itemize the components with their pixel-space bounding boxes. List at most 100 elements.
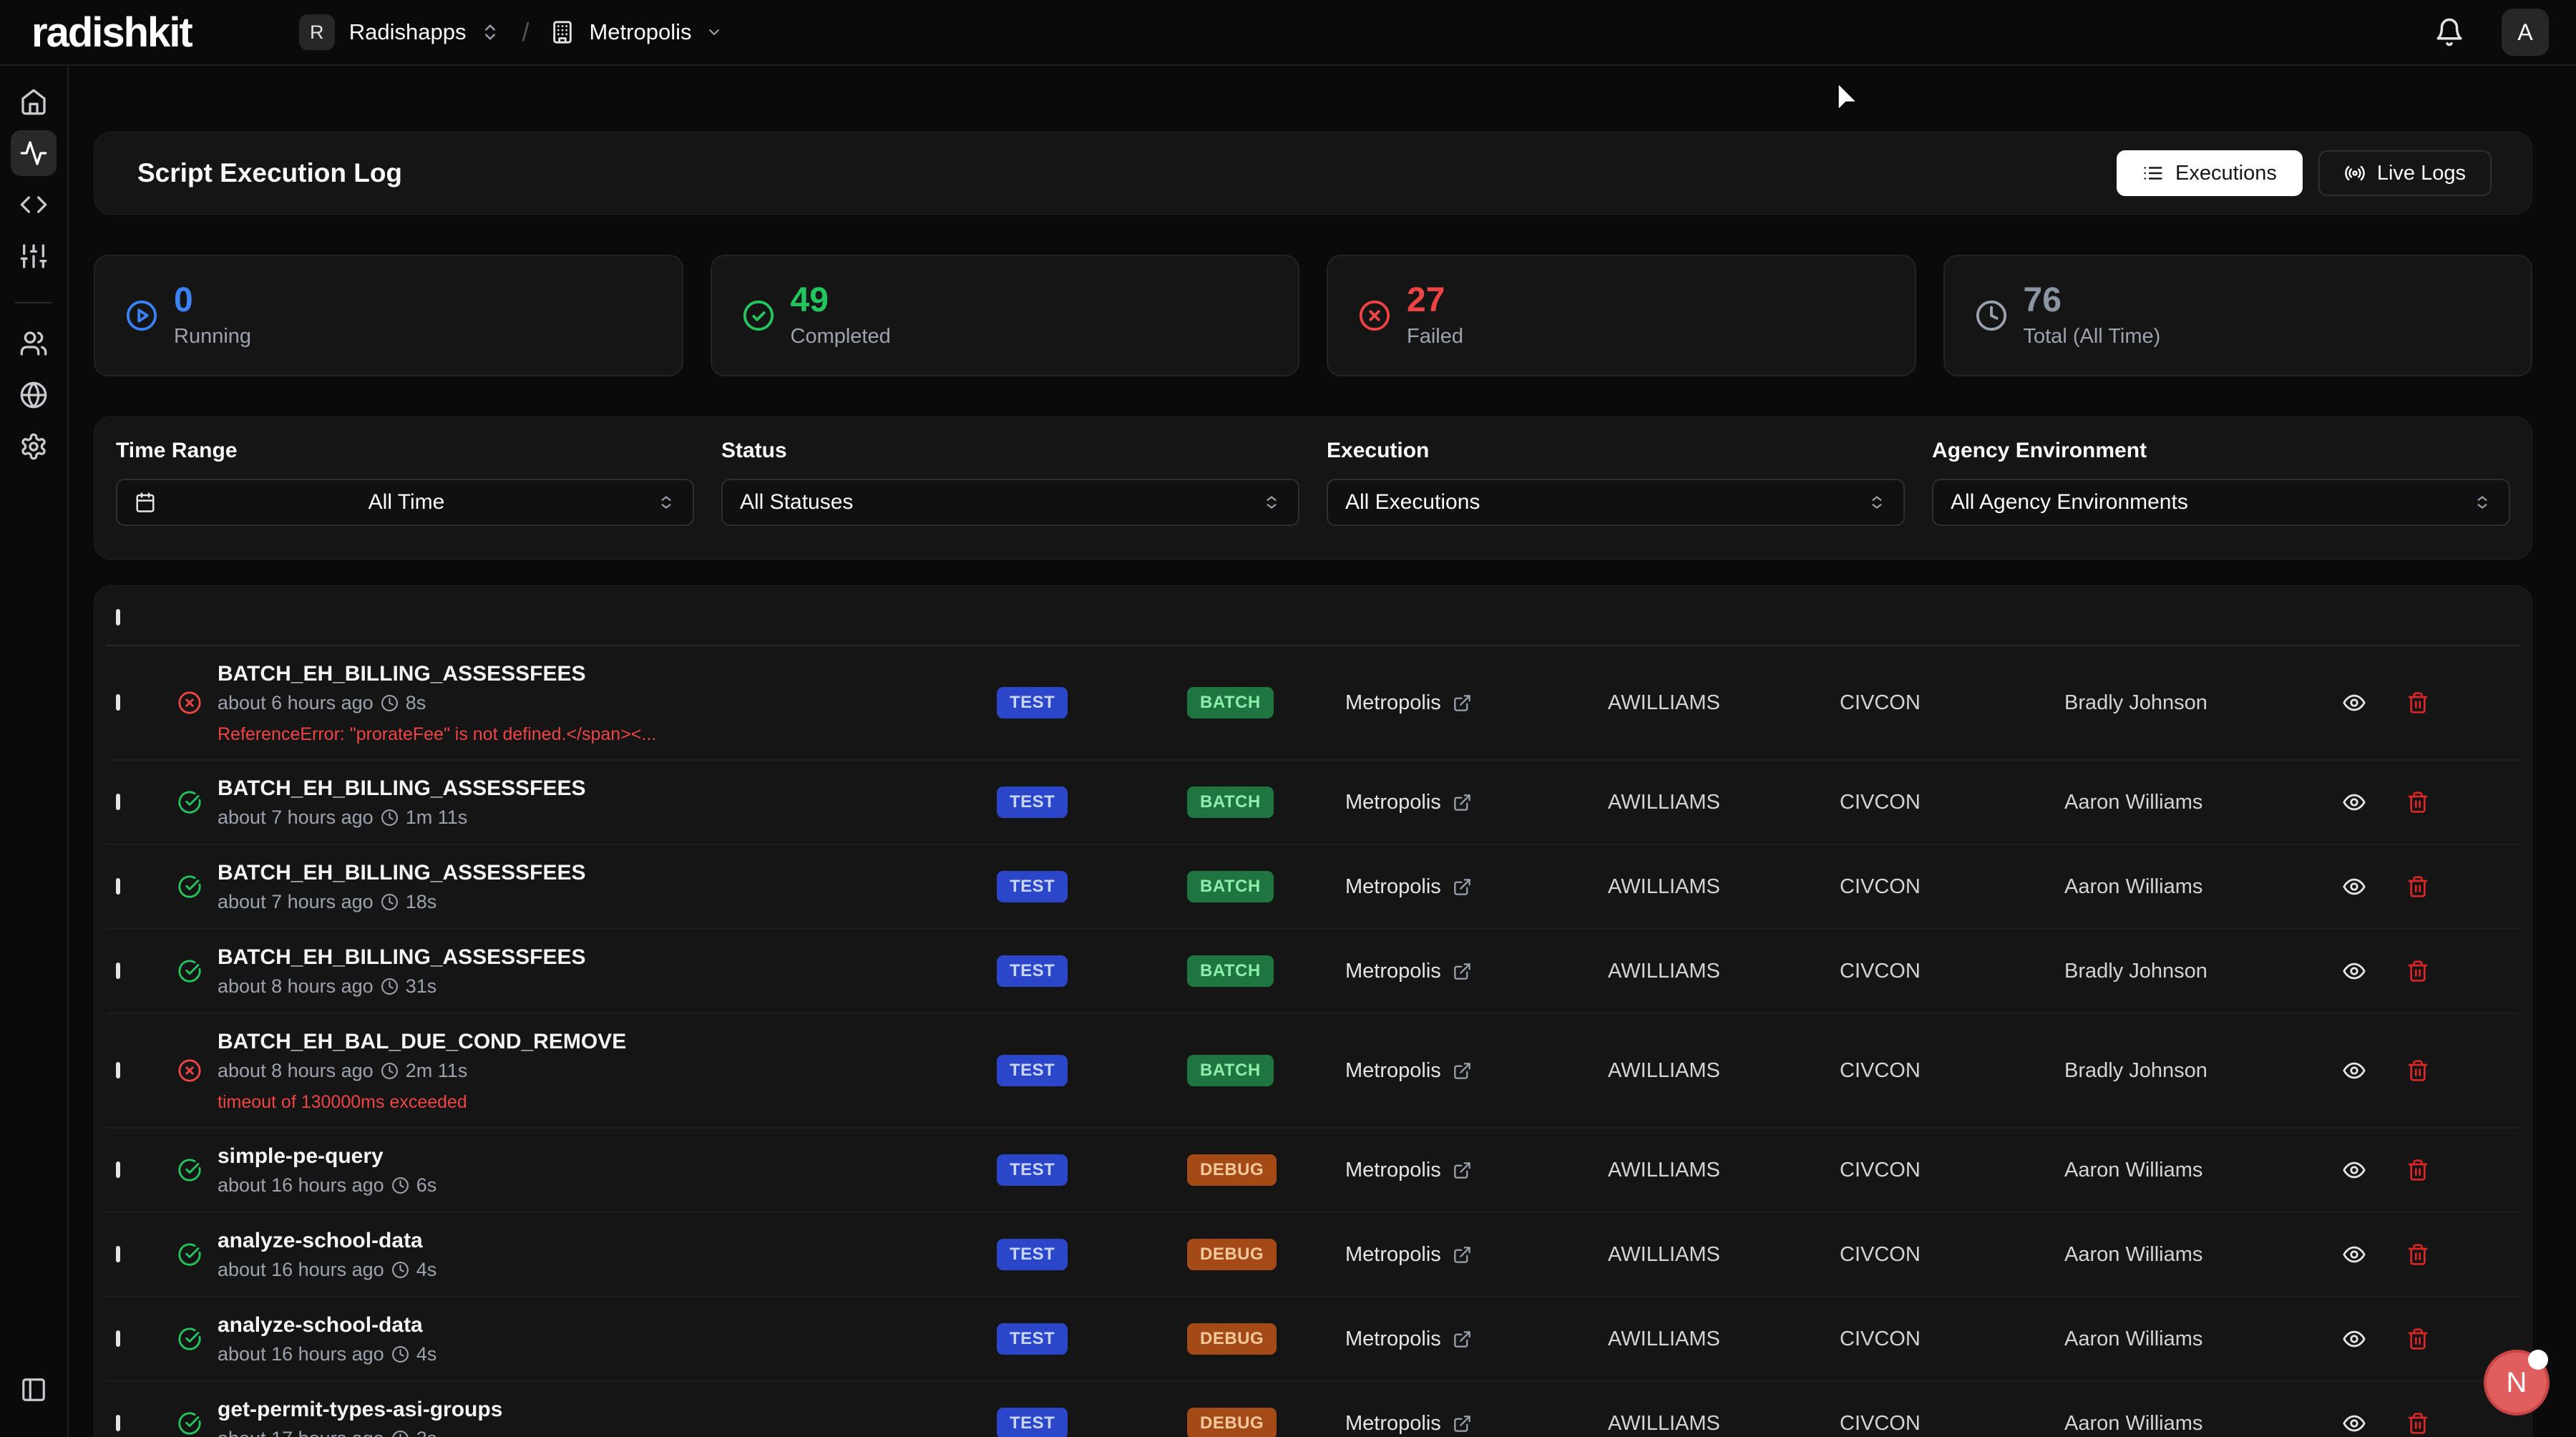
row-checkbox[interactable] — [116, 694, 120, 711]
created-by: Aaron Williams — [2064, 875, 2342, 899]
view-execution-button[interactable] — [2342, 1158, 2366, 1182]
filter-select[interactable]: All Statuses — [721, 479, 1299, 526]
external-link-icon[interactable] — [1453, 1245, 1472, 1265]
script-name: BATCH_EH_BILLING_ASSESSFEES — [218, 944, 586, 971]
created-by: Aaron Williams — [2064, 1159, 2342, 1182]
created-by: Aaron Williams — [2064, 1412, 2342, 1436]
clock-icon — [381, 809, 399, 827]
table-row: BATCH_EH_BILLING_ASSESSFEES about 8 hour… — [106, 930, 2520, 1014]
clock-icon — [381, 978, 399, 995]
user-avatar[interactable]: A — [2502, 9, 2549, 56]
row-checkbox[interactable] — [116, 963, 120, 979]
building-icon — [550, 20, 575, 44]
delete-execution-button[interactable] — [2406, 1159, 2429, 1182]
sidebar-item-home[interactable] — [11, 79, 57, 125]
type-badge: BATCH — [1187, 955, 1274, 987]
stat-value: 27 — [1407, 283, 1463, 318]
external-link-icon[interactable] — [1453, 693, 1472, 713]
script-name: BATCH_EH_BAL_DUE_COND_REMOVE — [218, 1028, 626, 1056]
breadcrumb-separator: / — [522, 17, 529, 47]
view-toggle-button[interactable]: Live Logs — [2318, 150, 2492, 196]
sidebar-item-executions[interactable] — [11, 130, 57, 176]
view-execution-button[interactable] — [2342, 1327, 2366, 1351]
agency-user: AWILLIAMS — [1608, 1328, 1840, 1351]
sidebar-item-settings-sliders[interactable] — [11, 233, 57, 279]
view-execution-button[interactable] — [2342, 1411, 2366, 1436]
select-all-checkbox[interactable] — [116, 609, 120, 625]
view-execution-button[interactable] — [2342, 790, 2366, 814]
chevron-down-icon[interactable] — [706, 24, 723, 41]
stat-label: Failed — [1407, 325, 1463, 349]
delete-execution-button[interactable] — [2406, 691, 2429, 714]
row-checkbox[interactable] — [116, 1246, 120, 1262]
agency-name: Metropolis — [1345, 1328, 1441, 1351]
view-execution-button[interactable] — [2342, 691, 2366, 715]
stat-label: Completed — [791, 325, 891, 349]
run-duration: 6s — [416, 1173, 437, 1197]
run-duration: 4s — [416, 1342, 437, 1366]
delete-execution-button[interactable] — [2406, 960, 2429, 983]
filter-label: Execution — [1327, 439, 1905, 463]
view-execution-button[interactable] — [2342, 1058, 2366, 1083]
run-time: about 8 hours ago — [218, 974, 374, 998]
chevrons-up-down-icon[interactable] — [480, 22, 500, 42]
delete-execution-button[interactable] — [2406, 1243, 2429, 1266]
external-link-icon[interactable] — [1453, 1414, 1472, 1433]
type-badge: DEBUG — [1187, 1408, 1277, 1437]
delete-execution-button[interactable] — [2406, 875, 2429, 898]
row-checkbox[interactable] — [116, 1330, 120, 1347]
delete-execution-button[interactable] — [2406, 1412, 2429, 1435]
sidebar-item-environments[interactable] — [11, 372, 57, 418]
error-message: timeout of 130000ms exceeded — [218, 1091, 626, 1113]
floating-user-avatar[interactable]: N — [2484, 1350, 2550, 1416]
bell-icon[interactable] — [2434, 17, 2464, 47]
run-duration: 2m 11s — [406, 1058, 468, 1083]
sidebar-item-code[interactable] — [11, 182, 57, 228]
project-switcher[interactable]: Metropolis — [589, 19, 691, 45]
view-execution-button[interactable] — [2342, 875, 2366, 899]
run-time: about 16 hours ago — [218, 1342, 384, 1366]
row-checkbox[interactable] — [116, 878, 120, 895]
row-checkbox[interactable] — [116, 1062, 120, 1078]
agency-name: Metropolis — [1345, 691, 1441, 715]
external-link-icon[interactable] — [1453, 1161, 1472, 1180]
filter: Time Range All Time — [116, 439, 694, 526]
clock-icon — [391, 1430, 409, 1437]
row-checkbox[interactable] — [116, 1161, 120, 1178]
sidebar-collapse-toggle[interactable] — [11, 1367, 57, 1413]
delete-execution-button[interactable] — [2406, 1059, 2429, 1082]
external-link-icon[interactable] — [1453, 793, 1472, 812]
code-icon — [19, 190, 48, 219]
sidebar-item-users[interactable] — [11, 321, 57, 366]
main-content: Script Execution Log Executions Live Log… — [69, 66, 2576, 1437]
environment: CIVCON — [1840, 960, 2064, 983]
filter-select[interactable]: All Time — [116, 479, 694, 526]
filter-select[interactable]: All Agency Environments — [1932, 479, 2510, 526]
home-icon — [19, 87, 48, 116]
clock-icon — [381, 1062, 399, 1080]
row-checkbox[interactable] — [116, 794, 120, 810]
environment: CIVCON — [1840, 1243, 2064, 1267]
clock-icon — [391, 1345, 409, 1363]
filter-selected-value: All Statuses — [740, 490, 1249, 515]
row-checkbox[interactable] — [116, 1415, 120, 1431]
view-execution-button[interactable] — [2342, 959, 2366, 983]
external-link-icon[interactable] — [1453, 962, 1472, 981]
filter-select[interactable]: All Executions — [1327, 479, 1905, 526]
org-switcher[interactable]: Radishapps — [349, 19, 467, 45]
check-circle-icon — [742, 299, 775, 332]
delete-execution-button[interactable] — [2406, 1328, 2429, 1350]
view-execution-button[interactable] — [2342, 1242, 2366, 1267]
status-success-icon — [177, 1242, 202, 1267]
clock-icon — [381, 893, 399, 911]
view-toggle-button[interactable]: Executions — [2117, 150, 2303, 196]
external-link-icon[interactable] — [1453, 877, 1472, 897]
delete-execution-button[interactable] — [2406, 791, 2429, 814]
run-time: about 16 hours ago — [218, 1173, 384, 1197]
sidebar-item-settings[interactable] — [11, 424, 57, 469]
execution-badge: TEST — [997, 871, 1068, 902]
external-link-icon[interactable] — [1453, 1330, 1472, 1349]
script-name: get-permit-types-asi-groups — [218, 1396, 502, 1423]
external-link-icon[interactable] — [1453, 1061, 1472, 1081]
filter-label: Agency Environment — [1932, 439, 2510, 463]
